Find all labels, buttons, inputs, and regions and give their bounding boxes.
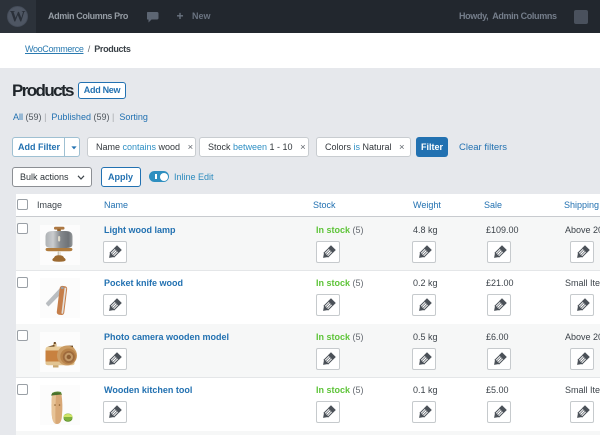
svg-text:W: W xyxy=(10,9,26,26)
